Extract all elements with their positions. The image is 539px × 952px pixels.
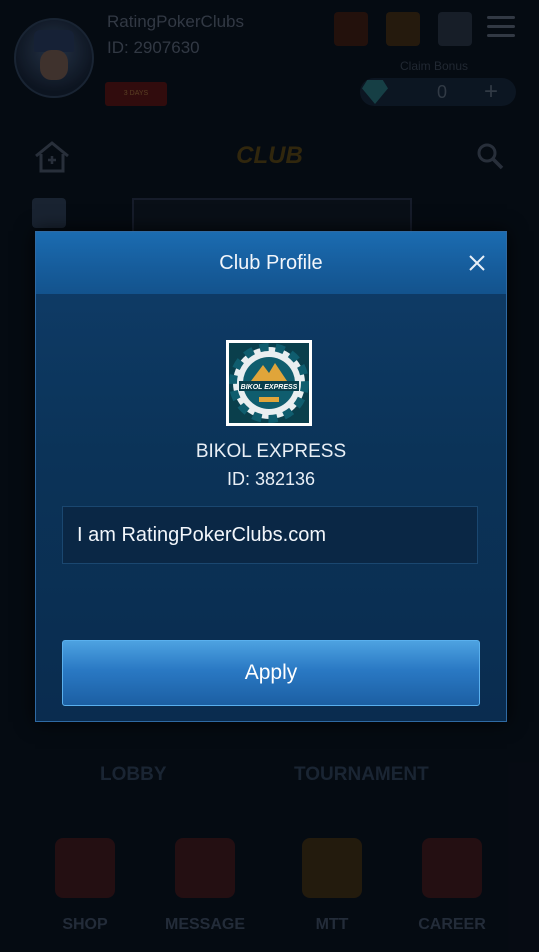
- svg-text:BIKOL EXPRESS: BIKOL EXPRESS: [241, 384, 298, 391]
- club-logo: BIKOL EXPRESS: [226, 340, 312, 426]
- apply-button[interactable]: Apply: [62, 640, 480, 706]
- club-profile-dialog: Club Profile BIKOL EXPRESS BIKOL EXPRESS…: [35, 231, 507, 722]
- club-name: BIKOL EXPRESS: [195, 441, 347, 462]
- close-icon[interactable]: [466, 252, 488, 274]
- message-input[interactable]: I am RatingPokerClubs.com: [62, 506, 478, 564]
- dialog-title: Club Profile: [219, 252, 323, 274]
- dialog-header: Club Profile: [36, 232, 506, 294]
- club-id: ID: 382136: [226, 469, 316, 489]
